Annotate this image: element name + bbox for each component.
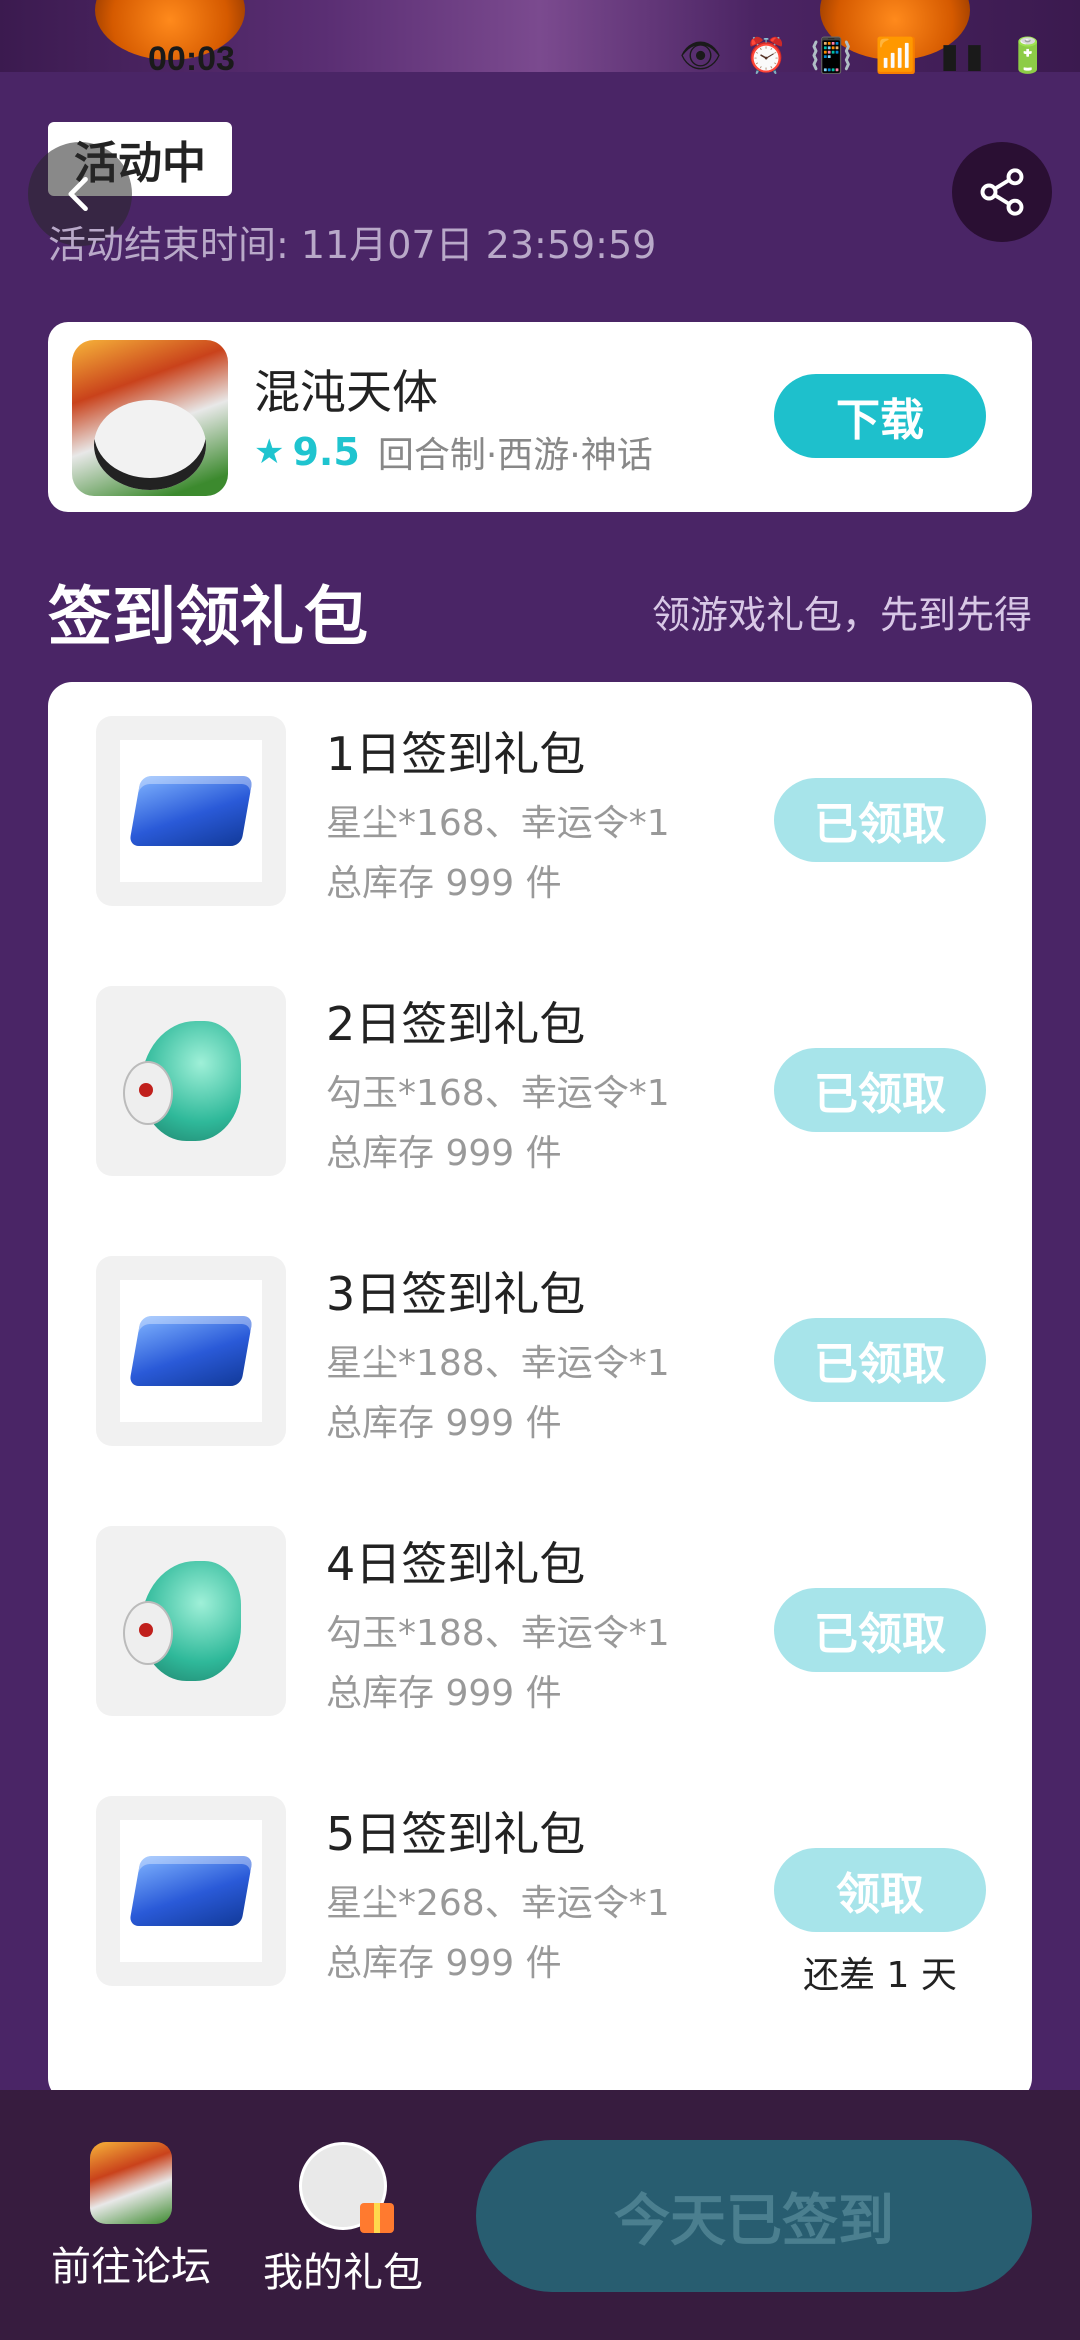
status-bar: 00:03 👁 ⏰ 📳 📶 ▮▮ 🔋 [0,0,1080,78]
forum-icon [90,2142,172,2224]
chest-icon [128,776,254,846]
gift-item: 1日签到礼包 星尘*168、幸运令*1 总库存 999 件 已领取 [48,682,1032,922]
checkin-button[interactable]: 今天已签到 [476,2140,1032,2292]
game-icon [72,340,228,496]
gift-desc: 星尘*268、幸运令*1 [326,1883,670,1924]
game-info-card[interactable]: 混沌天体 ★ 9.5 回合制·西游·神话 下载 [48,322,1032,512]
status-time: 00:03 [148,40,235,78]
my-gift-label: 我的礼包 [263,2250,423,2296]
gift-thumbnail [96,1256,286,1446]
game-meta: ★ 9.5 回合制·西游·神话 [254,426,653,478]
gift-thumbnail [96,1796,286,1986]
activity-end-time: 活动结束时间: 11月07日 23:59:59 [48,223,657,267]
gift-desc: 勾玉*188、幸运令*1 [326,1613,670,1654]
section-title: 签到领礼包 [48,581,368,655]
claimed-button[interactable]: 已领取 [774,1318,986,1402]
gift-stock: 总库存 999 件 [326,1943,562,1984]
claimed-button[interactable]: 已领取 [774,778,986,862]
jade-icon [123,1561,241,1681]
star-icon: ★ [254,432,285,472]
gift-title: 4日签到礼包 [326,1537,586,1591]
gift-desc: 勾玉*168、幸运令*1 [326,1073,670,1114]
bottom-action-bar: 前往论坛 我的礼包 今天已签到 [0,2090,1080,2340]
chest-icon [128,1856,254,1926]
share-icon [980,168,1024,216]
section-subtitle: 领游戏礼包，先到先得 [651,593,1032,637]
gift-stock: 总库存 999 件 [326,1403,562,1444]
gift-item: 3日签到礼包 星尘*188、幸运令*1 总库存 999 件 已领取 [48,1222,1032,1462]
remaining-days: 还差 1 天 [803,1955,957,1996]
gift-item: 5日签到礼包 星尘*268、幸运令*1 总库存 999 件 领取 还差 1 天 [48,1762,1032,2002]
gift-thumbnail [96,986,286,1176]
download-button[interactable]: 下载 [774,374,986,458]
gift-desc: 星尘*188、幸运令*1 [326,1343,670,1384]
status-icons: 👁 ⏰ 📳 📶 ▮▮ 🔋 [679,36,1055,76]
gift-stock: 总库存 999 件 [326,1673,562,1714]
gift-list: 1日签到礼包 星尘*168、幸运令*1 总库存 999 件 已领取 2日签到礼包… [48,682,1032,2102]
gift-box-icon [360,2203,394,2233]
forum-button[interactable]: 前往论坛 [36,2142,226,2292]
gift-stock: 总库存 999 件 [326,863,562,904]
gift-item: 4日签到礼包 勾玉*188、幸运令*1 总库存 999 件 已领取 [48,1492,1032,1732]
claimed-button[interactable]: 已领取 [774,1588,986,1672]
my-gift-button[interactable]: 我的礼包 [248,2142,438,2298]
game-name: 混沌天体 [254,365,438,419]
jade-icon [123,1021,241,1141]
gift-title: 3日签到礼包 [326,1267,586,1321]
gift-title: 5日签到礼包 [326,1807,586,1861]
forum-label: 前往论坛 [51,2244,211,2290]
gift-title: 2日签到礼包 [326,997,586,1051]
back-arrow-icon [68,176,88,212]
claimed-button[interactable]: 已领取 [774,1048,986,1132]
share-button[interactable] [952,142,1052,242]
gift-title: 1日签到礼包 [326,727,586,781]
gift-thumbnail [96,1526,286,1716]
chest-icon [128,1316,254,1386]
game-rating: 9.5 [292,430,360,474]
game-tags: 回合制·西游·神话 [377,435,653,476]
claim-button[interactable]: 领取 [774,1848,986,1932]
avatar [299,2142,394,2233]
gift-stock: 总库存 999 件 [326,1133,562,1174]
gift-desc: 星尘*168、幸运令*1 [326,803,670,844]
gift-thumbnail [96,716,286,906]
gift-item: 2日签到礼包 勾玉*168、幸运令*1 总库存 999 件 已领取 [48,952,1032,1192]
